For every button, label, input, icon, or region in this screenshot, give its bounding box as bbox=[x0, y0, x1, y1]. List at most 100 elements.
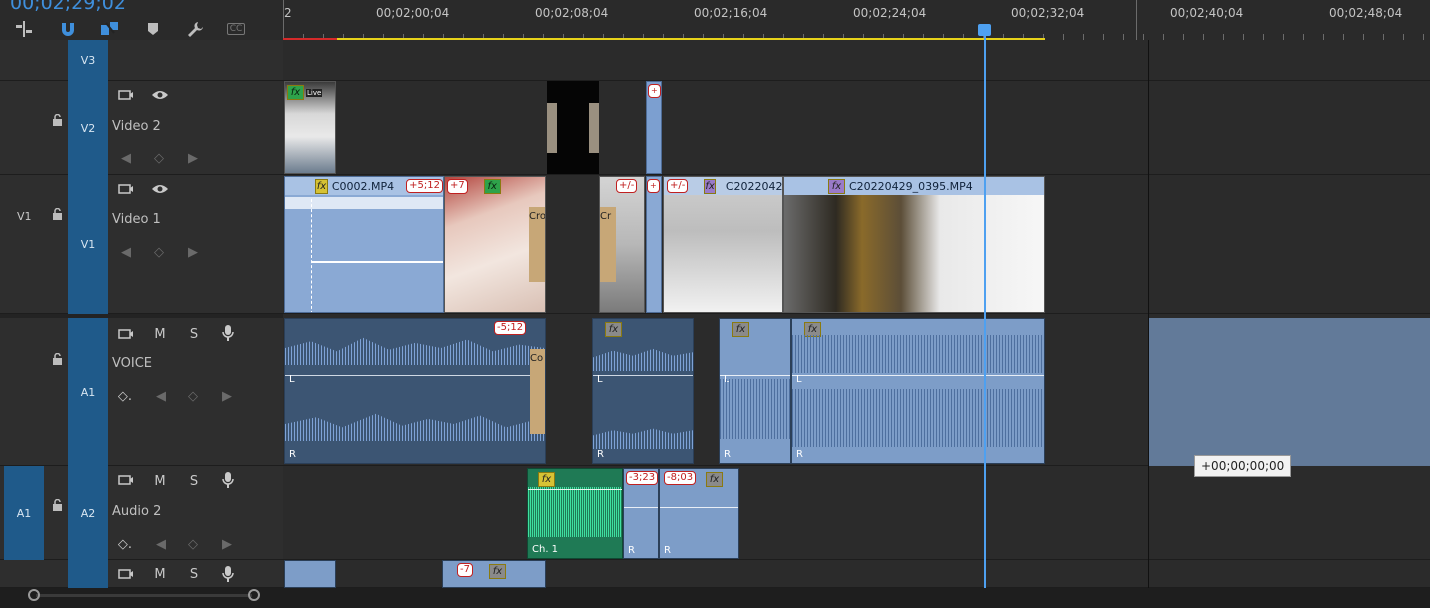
prev-keyframe-icon[interactable]: ◀ bbox=[120, 245, 132, 260]
lock-icon[interactable] bbox=[50, 352, 64, 366]
source-patch-a1[interactable]: A1 bbox=[4, 466, 44, 560]
lock-icon[interactable] bbox=[50, 498, 64, 512]
next-keyframe-icon[interactable]: ▶ bbox=[187, 245, 199, 260]
next-keyframe-icon[interactable]: ▶ bbox=[221, 537, 233, 552]
lock-icon[interactable] bbox=[50, 207, 64, 221]
toggle-sync-lock-icon[interactable] bbox=[117, 326, 135, 342]
track-name-a2[interactable]: Audio 2 bbox=[112, 504, 161, 519]
channel-label: L bbox=[289, 374, 295, 385]
toggle-sync-lock-icon[interactable] bbox=[117, 181, 135, 197]
toggle-sync-lock-icon[interactable] bbox=[117, 472, 135, 488]
source-patch-v1[interactable]: V1 bbox=[17, 210, 32, 223]
eye-visibility-icon[interactable] bbox=[151, 181, 169, 197]
track-target-v1[interactable]: V1 bbox=[68, 175, 108, 314]
track-name-v1[interactable]: Video 1 bbox=[112, 212, 161, 227]
next-keyframe-icon[interactable]: ▶ bbox=[221, 389, 233, 404]
solo-button[interactable]: S bbox=[187, 326, 201, 342]
zoom-end-handle[interactable] bbox=[248, 589, 260, 601]
track-lane-a2[interactable]: fx Ch. 1 -3;23 R -8;03 fx R bbox=[283, 466, 1430, 560]
mute-button[interactable]: M bbox=[153, 326, 167, 342]
transition-badge: +7 bbox=[447, 179, 468, 194]
playhead-line[interactable] bbox=[984, 30, 986, 590]
snap-magnet-icon[interactable] bbox=[56, 20, 80, 38]
audio-clip[interactable]: -5;12 L R Co bbox=[284, 318, 546, 464]
track-target-a2[interactable]: A2 bbox=[68, 466, 108, 560]
add-keyframe-icon[interactable]: ◇ bbox=[187, 537, 199, 552]
playhead-timecode[interactable]: 00;02;29;02 bbox=[10, 0, 126, 14]
linked-selection-icon[interactable] bbox=[98, 20, 122, 38]
video-clip-c0002[interactable]: fx C0002.MP4 +5;12 bbox=[284, 176, 444, 313]
fx-badge-icon: fx bbox=[483, 179, 501, 194]
fx-badge-icon: fx bbox=[704, 178, 716, 194]
eye-visibility-icon[interactable] bbox=[151, 87, 169, 103]
video-clip-c20220429[interactable]: fx C20220429_0395.MP4 bbox=[783, 176, 1045, 313]
prev-keyframe-icon[interactable]: ◀ bbox=[155, 537, 167, 552]
volume-keyframe-icon[interactable]: ◇. bbox=[117, 537, 133, 552]
audio-clip[interactable]: fx L R bbox=[791, 318, 1045, 464]
mute-button[interactable]: M bbox=[153, 473, 167, 489]
audio-clip[interactable] bbox=[284, 560, 336, 588]
mute-button[interactable]: M bbox=[153, 566, 167, 582]
next-keyframe-icon[interactable]: ▶ bbox=[187, 151, 199, 166]
video-clip[interactable]: +/- Cr bbox=[599, 176, 645, 313]
solo-button[interactable]: S bbox=[187, 473, 201, 489]
dragged-clip-ghost bbox=[1148, 318, 1430, 466]
video-clip[interactable]: + bbox=[646, 81, 662, 174]
video-clip[interactable]: fx Live bbox=[284, 81, 336, 174]
add-marker-icon[interactable] bbox=[141, 20, 165, 38]
track-target-v3[interactable]: V3 bbox=[68, 40, 108, 81]
track-target-a1[interactable]: A1 bbox=[68, 318, 108, 466]
video-clip-c2022042[interactable]: +/- fx C2022042 bbox=[663, 176, 783, 313]
track-lane-v1[interactable]: fx C0002.MP4 +5;12 +7 fx Cro +/- Cr + +/… bbox=[283, 175, 1430, 314]
zoom-scroll-track[interactable] bbox=[36, 594, 252, 597]
track-lane-v2[interactable]: fx Live + bbox=[283, 81, 1430, 175]
add-keyframe-icon[interactable]: ◇ bbox=[153, 151, 165, 166]
channel-label: R bbox=[597, 449, 604, 460]
wrench-settings-icon[interactable] bbox=[183, 20, 207, 38]
track-target-a3[interactable] bbox=[68, 560, 108, 588]
track-name-v2[interactable]: Video 2 bbox=[112, 119, 161, 134]
time-ruler[interactable]: 2 00;02;00;04 00;02;08;04 00;02;16;04 00… bbox=[283, 0, 1430, 41]
channel-label: L bbox=[796, 374, 802, 385]
prev-keyframe-icon[interactable]: ◀ bbox=[120, 151, 132, 166]
add-keyframe-icon[interactable]: ◇ bbox=[187, 389, 199, 404]
track-header-a3: M S bbox=[0, 560, 283, 588]
transition-badge: + bbox=[648, 84, 661, 98]
zoom-start-handle[interactable] bbox=[28, 589, 40, 601]
playhead-handle[interactable] bbox=[978, 24, 991, 36]
microphone-icon[interactable] bbox=[220, 324, 236, 342]
video-clip[interactable]: +7 fx Cro bbox=[444, 176, 546, 313]
volume-keyframe-icon[interactable]: ◇. bbox=[117, 389, 133, 404]
toggle-sync-lock-icon[interactable] bbox=[117, 87, 135, 103]
track-target-v2[interactable]: V2 bbox=[68, 81, 108, 175]
audio-clip[interactable]: -3;23 R bbox=[623, 468, 659, 559]
toggle-sync-lock-icon[interactable] bbox=[117, 566, 135, 582]
audio-clip[interactable]: fx L R bbox=[719, 318, 791, 464]
ruler-label: 00;02;48;04 bbox=[1329, 6, 1403, 20]
solo-button[interactable]: S bbox=[187, 566, 201, 582]
track-name-a1[interactable]: VOICE bbox=[112, 356, 152, 371]
microphone-icon[interactable] bbox=[220, 565, 236, 583]
captions-cc-icon[interactable]: CC bbox=[224, 20, 248, 38]
audio-clip[interactable]: -8;03 fx R bbox=[659, 468, 739, 559]
track-lane-a3[interactable]: -7 fx bbox=[283, 560, 1430, 588]
insert-sequence-icon[interactable] bbox=[12, 20, 36, 38]
audio-clip[interactable]: fx L R bbox=[592, 318, 694, 464]
ruler-start-label: 2 bbox=[284, 6, 292, 20]
track-lane-v3[interactable] bbox=[283, 40, 1430, 81]
lock-icon[interactable] bbox=[50, 113, 64, 127]
ruler-label: 00;02;16;04 bbox=[694, 6, 768, 20]
audio-clip[interactable]: -7 fx bbox=[442, 560, 546, 588]
ruler-label: 00;02;32;04 bbox=[1011, 6, 1085, 20]
add-keyframe-icon[interactable]: ◇ bbox=[153, 245, 165, 260]
transition-badge: +5;12 bbox=[406, 179, 443, 193]
fx-badge-icon: fx bbox=[828, 178, 845, 194]
clip-label: Cro bbox=[529, 207, 545, 282]
prev-keyframe-icon[interactable]: ◀ bbox=[155, 389, 167, 404]
video-clip[interactable]: + bbox=[646, 176, 662, 313]
microphone-icon[interactable] bbox=[220, 471, 236, 489]
track-header-v3: V3 bbox=[0, 40, 283, 81]
zoom-scrollbar[interactable] bbox=[0, 588, 1430, 608]
audio-clip-green[interactable]: fx Ch. 1 bbox=[527, 468, 623, 559]
video-clip[interactable] bbox=[547, 81, 599, 174]
